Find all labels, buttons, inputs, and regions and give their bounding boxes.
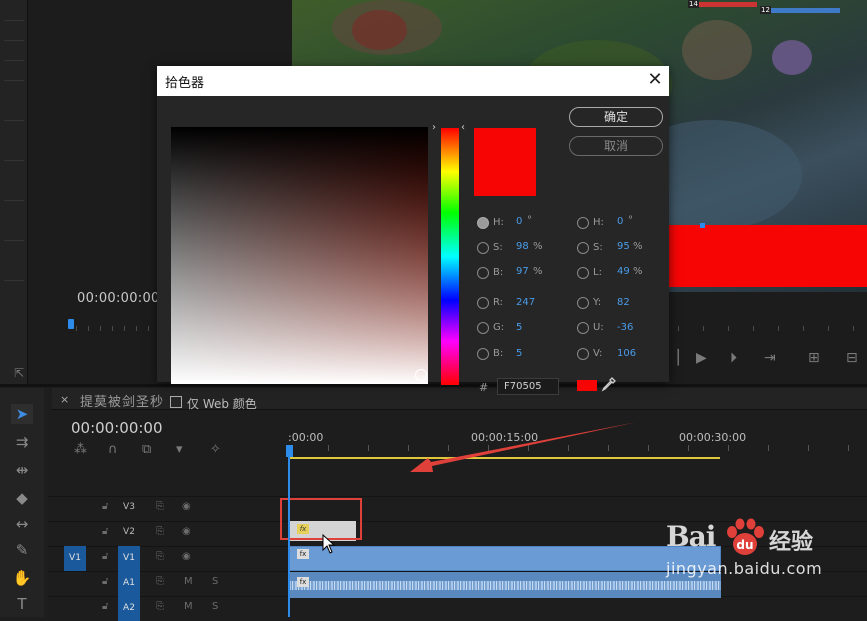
hsl-s-value[interactable]: 95 [617, 241, 630, 252]
yuv-u-label: U: [593, 322, 604, 333]
radio-hsb-h[interactable] [477, 217, 489, 229]
watermark-cn: 经验 [769, 530, 814, 555]
radio-hsb-b[interactable] [477, 267, 489, 279]
hsb-s-unit: % [533, 241, 543, 252]
hsl-s-label: S: [593, 242, 603, 253]
hex-hash: # [479, 381, 489, 394]
rgb-r-value[interactable]: 247 [516, 297, 535, 308]
radio-yuv-u[interactable] [577, 322, 589, 334]
hsb-s-value[interactable]: 98 [516, 241, 529, 252]
baidu-paw-icon: du [727, 518, 764, 555]
radio-hsl-l[interactable] [577, 267, 589, 279]
hsb-b-value[interactable]: 97 [516, 266, 529, 277]
rgb-b-value[interactable]: 5 [516, 348, 522, 359]
close-icon[interactable]: ✕ [645, 69, 665, 90]
hue-slider-left-arrow[interactable]: › [432, 122, 436, 133]
yuv-u-value[interactable]: -36 [617, 322, 633, 333]
eyedropper-icon[interactable] [601, 376, 617, 392]
radio-rgb-b[interactable] [477, 348, 489, 360]
hsl-s-unit: % [633, 241, 643, 252]
rgb-g-value[interactable]: 5 [516, 322, 522, 333]
hsb-h-unit: ° [527, 215, 532, 226]
rgb-g-label: G: [493, 322, 505, 333]
rgb-r-label: R: [493, 297, 504, 308]
radio-yuv-y[interactable] [577, 297, 589, 309]
current-color-swatch [577, 380, 597, 391]
radio-hsl-s[interactable] [577, 242, 589, 254]
hsl-l-value[interactable]: 49 [617, 266, 630, 277]
color-target-ring[interactable] [415, 369, 427, 381]
new-color-swatch [474, 128, 536, 196]
radio-hsl-h[interactable] [577, 217, 589, 229]
radio-rgb-r[interactable] [477, 297, 489, 309]
mouse-cursor-icon [322, 534, 336, 554]
dialog-title: 拾色器 [165, 76, 205, 91]
hsl-h-label: H: [593, 217, 604, 228]
yuv-y-value[interactable]: 82 [617, 297, 630, 308]
web-colors-only-checkbox[interactable] [170, 396, 182, 408]
web-colors-only-label: 仅 Web 颜色 [187, 397, 257, 411]
yuv-v-label: V: [593, 348, 603, 359]
rgb-b-label: B: [493, 348, 504, 359]
radio-rgb-g[interactable] [477, 322, 489, 334]
hsb-b-unit: % [533, 266, 543, 277]
cancel-button[interactable]: 取消 [569, 136, 663, 156]
dialog-titlebar[interactable] [157, 66, 669, 96]
watermark-url: jingyan.baidu.com [666, 559, 823, 578]
hex-input[interactable]: F70505 [497, 378, 559, 395]
hsb-b-label: B: [493, 267, 504, 278]
hue-slider[interactable] [441, 128, 459, 385]
hsb-h-label: H: [493, 217, 504, 228]
watermark-brand: Bai [666, 520, 716, 553]
svg-text:du: du [736, 538, 753, 552]
hsl-l-unit: % [633, 266, 643, 277]
hsl-h-value[interactable]: 0 [617, 216, 623, 227]
hsl-l-label: L: [593, 267, 602, 278]
hsb-s-label: S: [493, 242, 503, 253]
saturation-brightness-field[interactable] [171, 127, 428, 384]
ok-button[interactable]: 确定 [569, 107, 663, 127]
hue-slider-right-arrow[interactable]: ‹ [461, 122, 465, 133]
baidu-watermark: Bai du 经验 jingyan.baidu.com [666, 518, 866, 600]
radio-yuv-v[interactable] [577, 348, 589, 360]
hsb-h-value[interactable]: 0 [516, 216, 522, 227]
radio-hsb-s[interactable] [477, 242, 489, 254]
yuv-v-value[interactable]: 106 [617, 348, 636, 359]
yuv-y-label: Y: [593, 297, 602, 308]
hsl-h-unit: ° [628, 215, 633, 226]
